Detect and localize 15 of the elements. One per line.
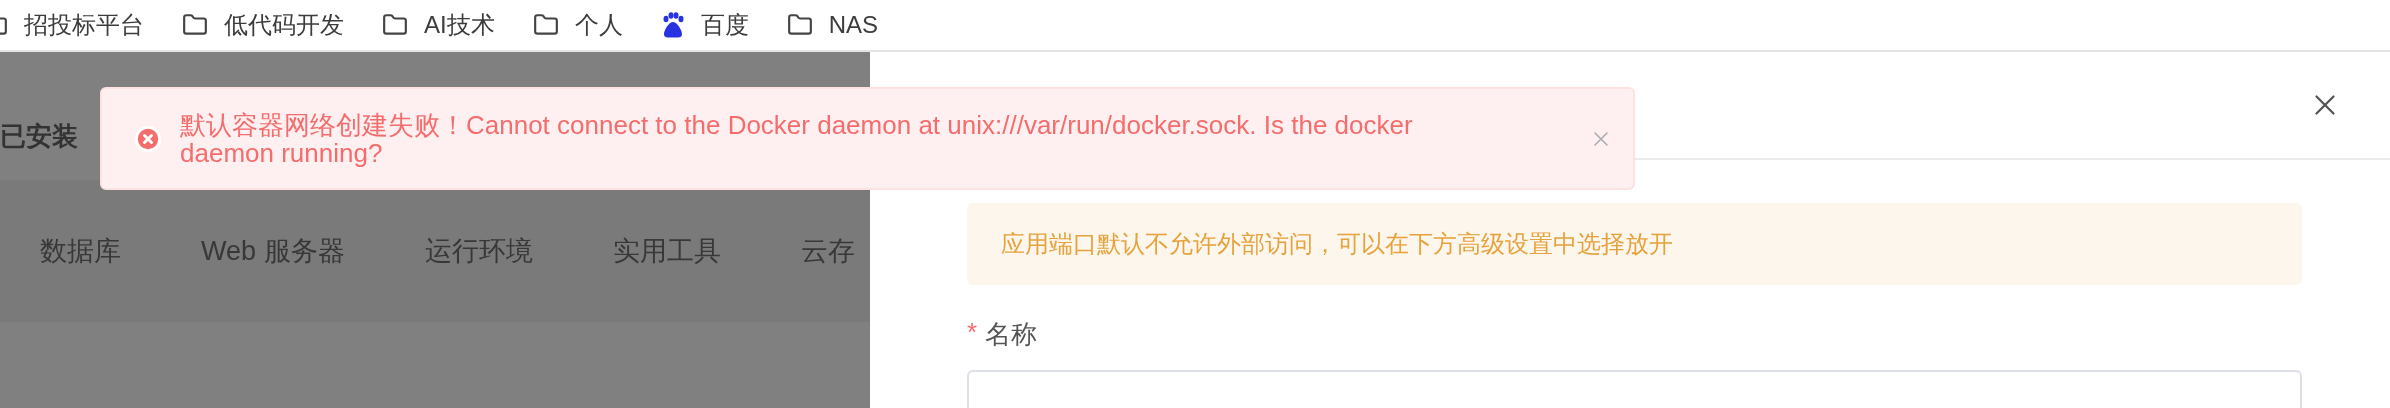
- toast-message: 默认容器网络创建失败！Cannot connect to the Docker daemon at unix:///var/run/docker.sock. Is the docker daemon running?: [180, 110, 1414, 167]
- error-icon: [134, 124, 162, 153]
- bookmark-link[interactable]: 百度: [700, 9, 749, 41]
- bookmark-link[interactable]: AI技术: [424, 9, 495, 41]
- folder-icon[interactable]: [182, 12, 208, 38]
- folder-icon[interactable]: [786, 12, 813, 38]
- required-mark: *: [967, 317, 978, 349]
- bookmark-link[interactable]: 低代码开发: [224, 9, 344, 41]
- port-warning-alert: 应用端口默认不允许外部访问，可以在下方高级设置中选择放开: [967, 203, 2302, 285]
- bookmark-link[interactable]: NAS: [828, 11, 879, 39]
- folder-icon[interactable]: [382, 12, 408, 38]
- bookmark-link[interactable]: 个人: [574, 9, 623, 41]
- folder-icon[interactable]: [532, 12, 559, 38]
- bookmark-link[interactable]: 招投标平台: [24, 9, 144, 41]
- field-label: 名称: [985, 318, 1038, 351]
